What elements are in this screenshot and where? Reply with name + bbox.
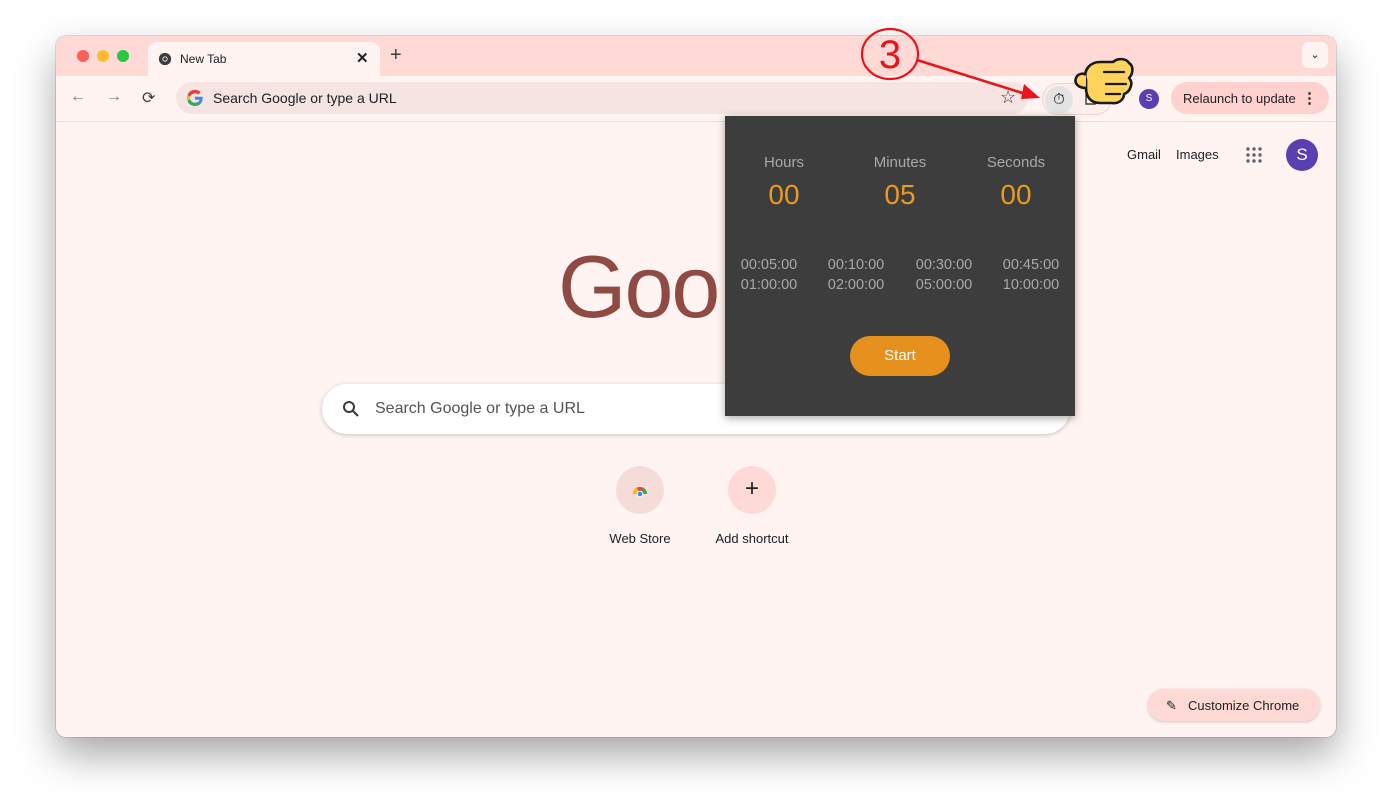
reload-button[interactable]: ⟳: [142, 88, 155, 108]
preset-button[interactable]: 10:00:00: [994, 277, 1068, 293]
seconds-field[interactable]: Seconds 00: [958, 154, 1074, 211]
plus-icon: +: [744, 475, 759, 502]
minutes-label: Minutes: [873, 154, 927, 171]
back-button[interactable]: ←: [70, 88, 86, 106]
preset-button[interactable]: 00:30:00: [907, 257, 981, 273]
pencil-icon: ✎: [1166, 698, 1177, 713]
hours-value[interactable]: 00: [726, 179, 842, 211]
timer-extension-popup: Hours 00 Minutes 05 Seconds 00 00:05:00 …: [725, 116, 1075, 416]
forward-button[interactable]: →: [106, 88, 122, 106]
relaunch-to-update-button[interactable]: Relaunch to update ⋮: [1171, 82, 1329, 114]
minutes-value[interactable]: 05: [842, 179, 958, 211]
profile-avatar-small[interactable]: S: [1139, 89, 1159, 109]
browser-window: New Tab ✕ + ⌄ ← → ⟳ Search Google or typ…: [56, 36, 1336, 737]
minutes-field[interactable]: Minutes 05: [842, 154, 958, 211]
minimize-window-button[interactable]: [97, 50, 109, 62]
google-logo: Goo: [558, 237, 720, 336]
tab-search-button[interactable]: ⌄: [1302, 42, 1328, 68]
preset-button[interactable]: 01:00:00: [732, 277, 806, 293]
shortcut-label: Add shortcut: [715, 531, 789, 546]
tab-new-tab[interactable]: New Tab ✕: [148, 42, 380, 76]
gmail-link[interactable]: Gmail: [1127, 147, 1161, 162]
seconds-label: Seconds: [986, 154, 1046, 171]
preset-button[interactable]: 02:00:00: [819, 277, 893, 293]
chrome-icon: [158, 52, 172, 66]
extensions-pill: ⏱: [1042, 83, 1112, 115]
preset-button[interactable]: 00:10:00: [819, 257, 893, 273]
kebab-menu-icon[interactable]: ⋮: [1302, 89, 1317, 107]
puzzle-extensions-icon[interactable]: [1083, 91, 1099, 107]
close-window-button[interactable]: [77, 50, 89, 62]
shortcut-label: Web Store: [609, 531, 671, 546]
preset-button[interactable]: 05:00:00: [907, 277, 981, 293]
account-avatar[interactable]: S: [1286, 139, 1318, 171]
search-placeholder: Search Google or type a URL: [375, 400, 585, 417]
shortcut-icon-tile: [616, 466, 664, 514]
customize-label: Customize Chrome: [1188, 698, 1300, 713]
shortcut-add[interactable]: + Add shortcut: [702, 466, 802, 546]
hours-label: Hours: [763, 154, 804, 171]
toolbar: ← → ⟳ Search Google or type a URL ☆ ⏱ S …: [56, 76, 1336, 122]
search-icon: [343, 401, 359, 417]
timer-extension-icon[interactable]: ⏱: [1045, 86, 1073, 114]
omnibox[interactable]: Search Google or type a URL ☆: [176, 82, 1028, 114]
hours-field[interactable]: Hours 00: [726, 154, 842, 211]
google-apps-icon[interactable]: [1245, 146, 1263, 164]
zoom-window-button[interactable]: [117, 50, 129, 62]
tab-close-icon[interactable]: ✕: [356, 49, 369, 67]
preset-button[interactable]: 00:45:00: [994, 257, 1068, 273]
images-link[interactable]: Images: [1176, 147, 1219, 162]
preset-button[interactable]: 00:05:00: [732, 257, 806, 273]
relaunch-label: Relaunch to update: [1183, 91, 1296, 106]
new-tab-button[interactable]: +: [390, 44, 402, 67]
tab-strip: New Tab ✕ + ⌄: [56, 36, 1336, 76]
shortcut-web-store[interactable]: Web Store: [590, 466, 690, 546]
start-button[interactable]: Start: [850, 336, 950, 376]
omnibox-text: Search Google or type a URL: [213, 90, 397, 106]
chrome-web-store-icon: [633, 487, 647, 498]
tab-title: New Tab: [180, 52, 227, 66]
shortcut-icon-tile: +: [728, 466, 776, 514]
customize-chrome-button[interactable]: ✎ Customize Chrome: [1148, 689, 1320, 721]
google-g-icon: [187, 89, 203, 106]
seconds-value[interactable]: 00: [958, 179, 1074, 211]
bookmark-star-icon[interactable]: ☆: [1000, 87, 1016, 108]
